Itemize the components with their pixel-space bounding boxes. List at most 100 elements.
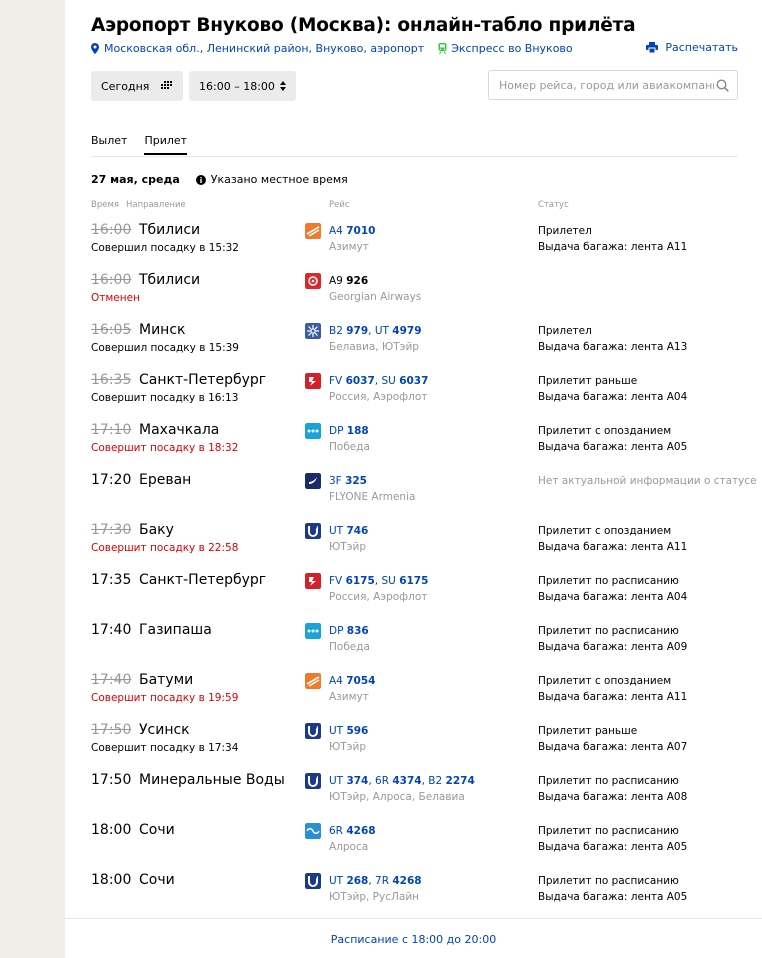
scheduled-time: 17:50 xyxy=(91,722,132,738)
flight-number-link[interactable]: DP 836 xyxy=(329,625,369,637)
flight-status: Прилетит по расписанию xyxy=(538,625,679,637)
flight-number-link[interactable]: 7R 4268 xyxy=(375,875,422,887)
flight-row[interactable]: 16:35 Санкт-Петербург Совершит посадку в 1… xyxy=(65,372,762,422)
origin-city: Санкт-Петербург xyxy=(139,572,267,588)
flight-status: Прилетит раньше xyxy=(538,725,638,737)
flight-numbers: A4 7054 xyxy=(329,675,375,687)
scheduled-time: 17:35 xyxy=(91,572,132,588)
flight-numbers: UT 268, 7R 4268 xyxy=(329,875,422,887)
next-schedule-link[interactable]: Расписание с 18:00 до 20:00 xyxy=(65,933,762,946)
arrival-note: Совершит посадку в 16:13 xyxy=(91,392,239,404)
flight-number-link[interactable]: A9 926 xyxy=(329,275,368,287)
flight-number-link[interactable]: UT 746 xyxy=(329,525,368,537)
airline-name: Белавиа, ЮТэйр xyxy=(329,341,419,353)
origin-city: Тбилиси xyxy=(139,272,201,288)
flight-row[interactable]: 17:20 Ереван 3F 325 FLYONE Armenia Нет актуа… xyxy=(65,472,762,522)
flight-row[interactable]: 17:35 Санкт-Петербург FV 6175, SU 6175 Росс… xyxy=(65,572,762,622)
printer-icon xyxy=(646,42,659,53)
origin-city: Санкт-Петербург xyxy=(139,372,267,388)
flight-number-link[interactable]: UT 596 xyxy=(329,725,368,737)
flight-number-link[interactable]: SU 6037 xyxy=(381,375,428,387)
flight-status: Прилетел xyxy=(538,325,592,337)
pobeda-logo xyxy=(305,623,321,639)
flight-number-link[interactable]: FV 6175 xyxy=(329,575,375,587)
flight-row[interactable]: 17:40 Батуми Совершит посадку в 19:59 A4 70… xyxy=(65,672,762,722)
search-input[interactable] xyxy=(497,77,716,93)
flight-number-link[interactable]: A4 7010 xyxy=(329,225,375,237)
flight-number-link[interactable]: A4 7054 xyxy=(329,675,375,687)
date-row: 27 мая, среда Указано местное время xyxy=(91,173,348,186)
arrival-note: Совершит посадку в 22:58 xyxy=(91,542,239,554)
flight-status: Прилетел xyxy=(538,225,592,237)
flight-number-link[interactable]: 6R 4268 xyxy=(329,825,376,837)
baggage-belt: Выдача багажа: лента A05 xyxy=(538,891,688,903)
flight-row[interactable]: 17:30 Баку Совершит посадку в 22:58 UT 746 Ю… xyxy=(65,522,762,572)
flight-row[interactable]: 18:00 Сочи 6R 4268 Алроса Прилетит по распис… xyxy=(65,822,762,872)
flight-status: Прилетит по расписанию xyxy=(538,875,679,887)
tab-departure[interactable]: Вылет xyxy=(91,134,127,155)
flight-row[interactable]: 17:40 Газипаша DP 836 Победа Прилетит по рас… xyxy=(65,622,762,672)
flight-number-link[interactable]: 3F 325 xyxy=(329,475,367,487)
utair-logo xyxy=(305,773,321,789)
flight-row[interactable]: 16:00 Тбилиси Отменен A9 926 Georgian Airway… xyxy=(65,272,762,322)
flight-row[interactable]: 16:00 Тбилиси Совершил посадку в 15:32 A4 7… xyxy=(65,222,762,272)
airline-name: Победа xyxy=(329,641,370,653)
flight-number-link[interactable]: B2 979 xyxy=(329,325,368,337)
baggage-belt: Выдача багажа: лента A04 xyxy=(538,391,688,403)
airline-name: Georgian Airways xyxy=(329,291,422,303)
flight-number-link[interactable]: 6R 4374 xyxy=(375,775,422,787)
baggage-belt: Выдача багажа: лента A11 xyxy=(538,691,688,703)
flight-status: Прилетит с опозданием xyxy=(538,525,672,537)
flight-numbers: A9 926 xyxy=(329,275,368,287)
scheduled-time: 17:20 xyxy=(91,472,132,488)
day-selector[interactable]: Сегодня xyxy=(91,71,183,101)
flight-number-link[interactable]: UT 374 xyxy=(329,775,368,787)
baggage-belt: Выдача багажа: лента A11 xyxy=(538,541,688,553)
belavia-logo xyxy=(305,323,321,339)
column-header-flight: Рейс xyxy=(329,200,350,210)
flight-row[interactable]: 17:10 Махачкала Совершит посадку в 18:32 DP… xyxy=(65,422,762,472)
tab-arrival[interactable]: Прилет xyxy=(144,134,188,155)
address-row: Московская обл., Ленинский район, Внуков… xyxy=(91,42,573,55)
flight-row[interactable]: 17:50 Минеральные Воды UT 374, 6R 4374, B2… xyxy=(65,772,762,822)
schedule-date: 27 мая, среда xyxy=(91,173,180,186)
scheduled-time: 16:00 xyxy=(91,272,132,288)
flight-number-link[interactable]: UT 268 xyxy=(329,875,368,887)
flight-number-link[interactable]: B2 2274 xyxy=(428,775,474,787)
origin-city: Газипаша xyxy=(139,622,212,638)
origin-city: Сочи xyxy=(139,872,175,888)
arrival-note: Совершит посадку в 18:32 xyxy=(91,442,239,454)
azimut-logo xyxy=(305,223,321,239)
time-range-select[interactable]: 16:00 – 18:00 xyxy=(189,71,296,101)
origin-city: Батуми xyxy=(139,672,194,688)
flight-number-link[interactable]: SU 6175 xyxy=(381,575,428,587)
express-link[interactable]: Экспресс во Внуково xyxy=(451,42,572,55)
search-box[interactable] xyxy=(488,70,738,100)
pobeda-logo xyxy=(305,423,321,439)
flight-row[interactable]: 17:50 Усинск Совершит посадку в 17:34 UT 59… xyxy=(65,722,762,772)
print-button[interactable]: Распечатать xyxy=(646,41,738,54)
flight-row[interactable]: 18:00 Сочи UT 268, 7R 4268 ЮТэйр, РусЛайн Пр… xyxy=(65,872,762,922)
azimut-logo xyxy=(305,673,321,689)
flight-number-link[interactable]: DP 188 xyxy=(329,425,369,437)
info-icon xyxy=(195,174,206,185)
arrival-note: Отменен xyxy=(91,292,140,304)
flight-number-link[interactable]: UT 4979 xyxy=(375,325,422,337)
origin-city: Минеральные Воды xyxy=(139,772,285,788)
flight-numbers: DP 188 xyxy=(329,425,369,437)
airline-name: Азимут xyxy=(329,691,369,703)
flight-row[interactable]: 16:05 Минск Совершил посадку в 15:39 B2 979… xyxy=(65,322,762,372)
scheduled-time: 16:35 xyxy=(91,372,132,388)
scheduled-time: 17:40 xyxy=(91,622,132,638)
flight-number-link[interactable]: FV 6037 xyxy=(329,375,375,387)
search-icon[interactable] xyxy=(716,78,729,92)
flight-numbers: DP 836 xyxy=(329,625,369,637)
local-time-note: Указано местное время xyxy=(210,173,348,186)
rossiya-logo xyxy=(305,373,321,389)
arrival-note: Совершил посадку в 15:32 xyxy=(91,242,239,254)
airport-address-link[interactable]: Московская обл., Ленинский район, Внуков… xyxy=(104,42,424,55)
flight-numbers: 3F 325 xyxy=(329,475,367,487)
airline-name: ЮТэйр, Алроса, Белавиа xyxy=(329,791,465,803)
flight-numbers: A4 7010 xyxy=(329,225,375,237)
origin-city: Баку xyxy=(139,522,174,538)
